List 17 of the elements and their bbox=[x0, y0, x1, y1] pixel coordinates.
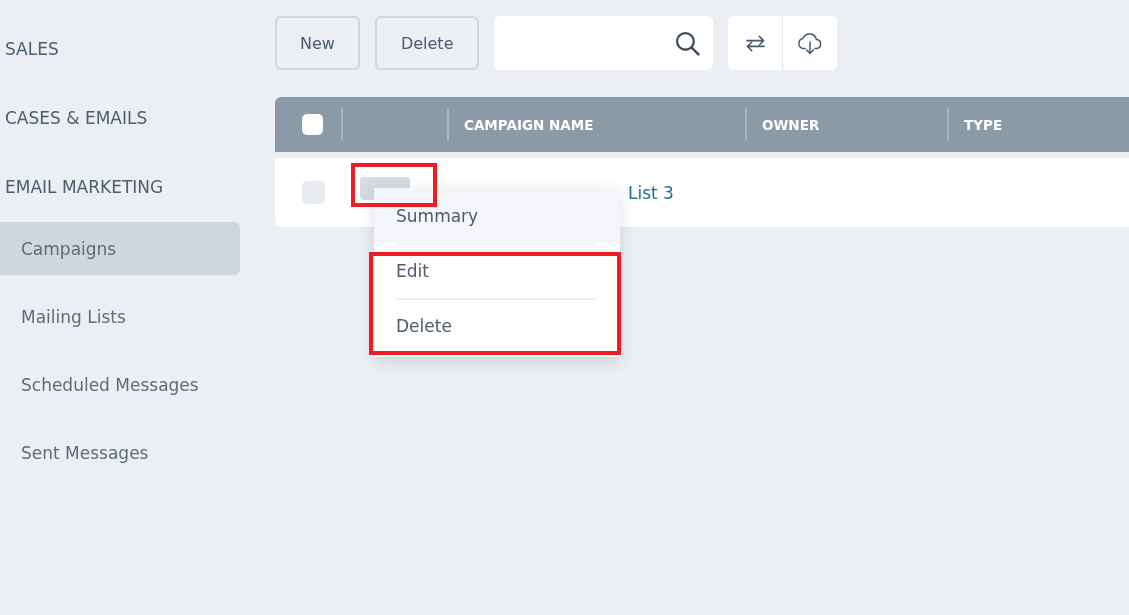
campaign-name-link[interactable]: List 3 bbox=[628, 182, 674, 203]
sidebar-item[interactable]: Mailing Lists bbox=[0, 290, 240, 343]
search-icon bbox=[675, 30, 701, 56]
cloud-download-icon bbox=[797, 31, 824, 55]
toolbar-button[interactable]: New bbox=[275, 16, 360, 70]
toolbar-button[interactable]: Delete bbox=[374, 16, 480, 70]
sidebar-section-heading[interactable]: SALES bbox=[0, 14, 59, 83]
menu-item[interactable]: Delete bbox=[374, 298, 620, 353]
menu-item[interactable]: Summary bbox=[374, 188, 620, 243]
select-all-checkbox[interactable] bbox=[302, 114, 323, 135]
sidebar-item[interactable]: Scheduled Messages bbox=[0, 358, 240, 411]
sidebar-item[interactable]: Campaigns bbox=[0, 222, 240, 275]
sidebar-section-heading[interactable]: EMAIL MARKETING bbox=[0, 152, 164, 221]
sidebar-section-heading[interactable]: CASES & EMAILS bbox=[0, 83, 148, 152]
menu-item[interactable]: Edit bbox=[374, 243, 620, 298]
sidebar-item[interactable]: Sent Messages bbox=[0, 426, 240, 479]
search-field[interactable] bbox=[494, 16, 714, 70]
